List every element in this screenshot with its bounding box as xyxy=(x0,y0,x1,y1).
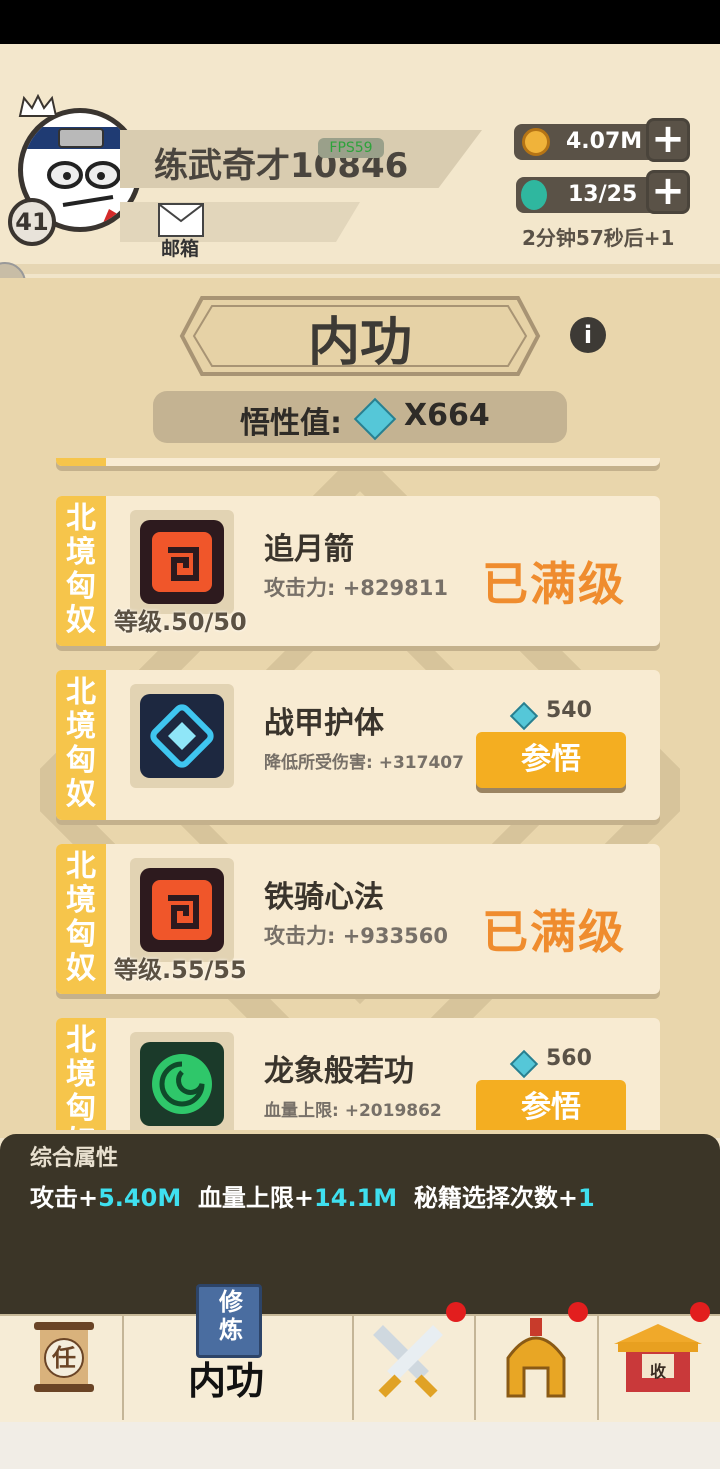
fps-badge: FPS59 xyxy=(318,138,384,158)
skill-name: 龙象般若功 xyxy=(264,1054,414,1089)
canwu-button[interactable]: 参悟 xyxy=(476,1080,626,1130)
energy-gem-icon xyxy=(521,180,547,210)
helmet-icon xyxy=(506,1318,566,1398)
energy-value: 13/25 xyxy=(568,182,638,207)
skill-icon-box xyxy=(130,858,234,962)
mail-icon[interactable] xyxy=(158,203,204,237)
maxed-label: 已满级 xyxy=(482,557,626,611)
nav-tab-hero[interactable] xyxy=(500,1318,572,1398)
skill-level: 等级.55/55 xyxy=(114,956,247,984)
attack-label: 攻击+ xyxy=(30,1184,99,1212)
maxed-label: 已满级 xyxy=(482,905,626,959)
secret-label: 秘籍选择次数+ xyxy=(413,1184,578,1212)
crown-icon xyxy=(18,93,58,118)
coin-icon xyxy=(522,128,550,156)
cost-diamond-icon xyxy=(509,1049,539,1079)
tag-text: 北境匈奴 xyxy=(66,501,96,638)
summary-title: 综合属性 xyxy=(30,1146,119,1171)
hp-label: 血量上限+ xyxy=(197,1184,315,1212)
skill-level: 等级.50/50 xyxy=(114,608,247,636)
skill-name: 铁骑心法 xyxy=(264,880,384,915)
mail-banner xyxy=(120,202,360,242)
nav-divider xyxy=(597,1316,599,1420)
card-tag: 北境匈奴 xyxy=(56,844,106,994)
green-swirl-icon xyxy=(140,1042,224,1126)
summary-stats: 攻击+5.40M 血量上限+14.1M 秘籍选择次数+1 xyxy=(30,1178,595,1213)
nav-tab-battle[interactable] xyxy=(368,1322,448,1398)
wuxing-label: 悟性值: xyxy=(240,406,342,441)
coin-value: 4.07M xyxy=(566,129,643,154)
hero-notification-dot xyxy=(568,1302,588,1322)
shop-char: 收 xyxy=(650,1362,667,1381)
tag-text: 北境匈奴 xyxy=(66,1023,96,1131)
skill-icon-box xyxy=(130,510,234,614)
list-item-partial xyxy=(56,458,660,466)
skill-name: 追月箭 xyxy=(264,532,354,567)
player-level-badge: 41 xyxy=(8,198,56,246)
nav-divider xyxy=(474,1316,476,1420)
skill-card[interactable]: 北境匈奴 战甲护体 降低所受伤害: +317407 540 参悟 xyxy=(56,670,660,820)
skill-icon-box xyxy=(130,684,234,788)
skill-cost: 540 xyxy=(546,698,592,723)
nav-divider xyxy=(122,1316,124,1420)
shop-notification-dot xyxy=(690,1302,710,1322)
add-coins-button[interactable]: + xyxy=(646,118,690,162)
attack-value: 5.40M xyxy=(98,1184,182,1212)
cost-diamond-icon xyxy=(509,701,539,731)
skill-card[interactable]: 北境匈奴 等级.55/55 铁骑心法 攻击力: +933560 已满级 xyxy=(56,844,660,994)
tag-text: 北境匈奴 xyxy=(66,675,96,812)
skill-stat: 攻击力: +933560 xyxy=(264,924,448,948)
skill-cost: 560 xyxy=(546,1046,592,1071)
crossed-swords-icon xyxy=(373,1325,443,1398)
hp-value: 14.1M xyxy=(314,1184,398,1212)
skill-icon-box xyxy=(130,1032,234,1130)
blue-gem-icon xyxy=(140,694,224,778)
skill-list[interactable]: 北境匈奴 等级.50/50 追月箭 攻击力: +829811 已满级 北境匈奴 … xyxy=(40,458,680,1130)
skill-name: 战甲护体 xyxy=(264,706,384,741)
secret-value: 1 xyxy=(577,1184,595,1212)
energy-timer: 2分钟57秒后+1 xyxy=(522,226,675,250)
task-char: 任 xyxy=(44,1338,84,1378)
tag-text: 北境匈奴 xyxy=(66,849,96,986)
system-nav-area xyxy=(0,1422,720,1469)
skill-stat: 降低所受伤害: +317407 xyxy=(264,753,464,773)
card-tag xyxy=(56,458,106,466)
nav-active-label[interactable]: 内功 xyxy=(188,1350,264,1405)
skill-stat: 血量上限: +2019862 xyxy=(264,1101,442,1121)
canwu-button[interactable]: 参悟 xyxy=(476,732,626,788)
mail-label[interactable]: 邮箱 xyxy=(161,234,199,261)
skill-card[interactable]: 北境匈奴 等级.50/50 追月箭 攻击力: +829811 已满级 xyxy=(56,496,660,646)
header-divider xyxy=(0,264,720,274)
add-energy-button[interactable]: + xyxy=(646,170,690,214)
bottom-nav xyxy=(0,1314,720,1424)
status-bar xyxy=(0,0,720,44)
info-icon[interactable]: i xyxy=(570,317,606,353)
book-icon-text: 修炼 xyxy=(219,1288,243,1344)
card-tag: 北境匈奴 xyxy=(56,670,106,820)
wuxing-value: X664 xyxy=(404,398,490,433)
card-tag: 北境匈奴 xyxy=(56,1018,106,1130)
red-spiral-icon xyxy=(140,868,224,952)
card-tag: 北境匈奴 xyxy=(56,496,106,646)
red-spiral-icon xyxy=(140,520,224,604)
skill-card[interactable]: 北境匈奴 龙象般若功 血量上限: +2019862 560 参悟 xyxy=(56,1018,660,1130)
panel-title: 内功 xyxy=(307,313,412,373)
skill-stat: 攻击力: +829811 xyxy=(264,576,448,600)
nav-divider xyxy=(352,1316,354,1420)
battle-notification-dot xyxy=(446,1302,466,1322)
